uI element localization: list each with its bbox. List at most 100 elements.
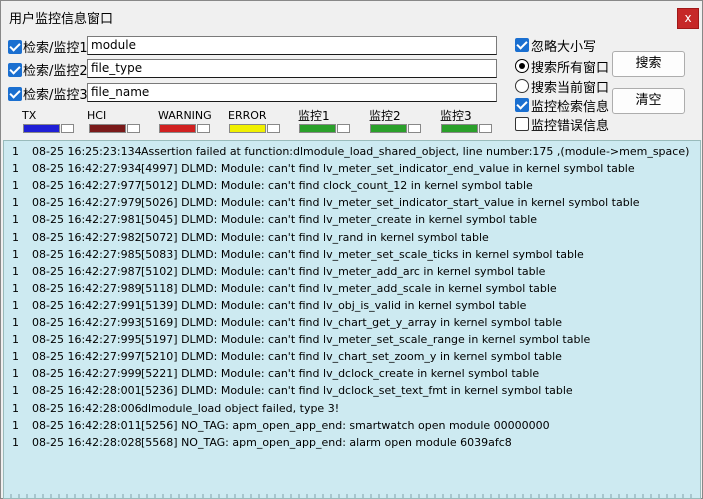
log-level: 1 bbox=[12, 401, 19, 415]
log-row[interactable]: 1 08-25 16:42:27:934 [4997] DLMD: Module: … bbox=[4, 160, 698, 177]
filter-2-input[interactable]: file_type bbox=[87, 59, 497, 78]
log-message: [5012] DLMD: Module: can't find clock_co… bbox=[141, 179, 533, 193]
log-message: [5169] DLMD: Module: can't find lv_chart… bbox=[141, 316, 563, 329]
log-level: 1 bbox=[12, 281, 19, 295]
filter-3-input[interactable]: file_name bbox=[87, 83, 497, 102]
legend-label: TX bbox=[22, 109, 37, 122]
log-level: 1 bbox=[12, 384, 19, 398]
filter-2-label: 检索/监控2 bbox=[23, 64, 88, 79]
log-level: 1 bbox=[12, 418, 19, 432]
legend-swatch bbox=[441, 124, 492, 133]
filter-3-checkbox[interactable] bbox=[8, 87, 22, 101]
log-message: [5236] DLMD: Module: can't find lv_dcloc… bbox=[141, 384, 573, 398]
legend-swatch bbox=[370, 124, 421, 133]
log-level: 1 bbox=[12, 162, 19, 176]
log-row[interactable]: 1 08-25 16:42:27:993 [5169] DLMD: Module: … bbox=[4, 314, 698, 331]
log-message: [5256] NO_TAG: apm_open_app_end: smartwa… bbox=[141, 418, 550, 432]
legend-color bbox=[23, 124, 60, 133]
log-level: 1 bbox=[12, 367, 19, 381]
log-row[interactable]: 1 08-25 16:42:28:011 [5256] NO_TAG: apm_op… bbox=[4, 417, 698, 434]
log-level: 1 bbox=[12, 298, 19, 312]
monitor-search-checkbox[interactable] bbox=[515, 98, 529, 112]
ignore-case-checkbox[interactable] bbox=[515, 38, 529, 52]
log-row[interactable]: 1 08-25 16:42:27:982 [5072] DLMD: Module: … bbox=[4, 229, 698, 246]
log-time: 08-25 16:42:28:011 bbox=[32, 418, 142, 432]
legend-label: 监控3 bbox=[440, 109, 472, 123]
filter-2-checkbox[interactable] bbox=[8, 63, 22, 77]
log-level: 1 bbox=[12, 196, 19, 210]
filter-1-checkbox[interactable] bbox=[8, 40, 22, 54]
log-time: 08-25 16:42:28:028 bbox=[32, 435, 142, 449]
filter-1-input[interactable]: module bbox=[87, 36, 497, 55]
log-row[interactable]: 1 08-25 16:42:28:028 [5568] NO_TAG: apm_op… bbox=[4, 434, 698, 451]
log-row[interactable]: 1 08-25 16:42:27:995 [5197] DLMD: Module: … bbox=[4, 331, 698, 348]
search-all-radio[interactable] bbox=[515, 59, 529, 73]
log-time: 08-25 16:42:27:987 bbox=[32, 264, 142, 278]
legend-swatch bbox=[159, 124, 210, 133]
log-row[interactable]: 1 08-25 16:25:23:134 Assertion failed at f… bbox=[4, 143, 698, 160]
legend-label: HCI bbox=[87, 109, 107, 122]
close-button[interactable]: x bbox=[677, 8, 699, 29]
log-message: dlmodule_load object failed, type 3! bbox=[141, 401, 340, 415]
clear-button[interactable]: 清空 bbox=[612, 88, 685, 114]
log-row[interactable]: 1 08-25 16:42:28:001 [5236] DLMD: Module: … bbox=[4, 382, 698, 399]
log-message: [5045] DLMD: Module: can't find lv_meter… bbox=[141, 213, 538, 227]
legend-label: WARNING bbox=[158, 109, 212, 122]
search-all-label: 搜索所有窗口 bbox=[531, 61, 610, 76]
legend-color bbox=[370, 124, 407, 133]
log-message: [5072] DLMD: Module: can't find lv_rand … bbox=[141, 230, 489, 244]
legend-tail bbox=[267, 124, 280, 133]
log-time: 08-25 16:42:27:982 bbox=[32, 230, 142, 244]
log-row[interactable]: 1 08-25 16:42:27:987 [5102] DLMD: Module: … bbox=[4, 263, 698, 280]
legend-tail bbox=[127, 124, 140, 133]
log-row[interactable]: 1 08-25 16:42:27:991 [5139] DLMD: Module: … bbox=[4, 297, 698, 314]
log-level: 1 bbox=[12, 213, 19, 227]
ignore-case-label: 忽略大小写 bbox=[531, 40, 597, 55]
log-level: 1 bbox=[12, 435, 19, 449]
log-time: 08-25 16:42:27:997 bbox=[32, 350, 142, 364]
log-row[interactable]: 1 08-25 16:42:27:989 [5118] DLMD: Module: … bbox=[4, 280, 698, 297]
log-level: 1 bbox=[12, 316, 19, 329]
log-time: 08-25 16:42:27:991 bbox=[32, 298, 142, 312]
legend-tail bbox=[61, 124, 74, 133]
monitor-window: 用户监控信息窗口 x 检索/监控1 module 检索/监控2 file_typ… bbox=[0, 0, 703, 499]
log-time: 08-25 16:42:27:979 bbox=[32, 196, 142, 210]
log-row[interactable]: 1 08-25 16:42:27:999 [5221] DLMD: Module: … bbox=[4, 365, 698, 382]
legend-color bbox=[441, 124, 478, 133]
monitor-error-label: 监控错误信息 bbox=[531, 119, 610, 134]
log-level: 1 bbox=[12, 247, 19, 261]
log-row[interactable]: 1 08-25 16:42:27:997 [5210] DLMD: Module: … bbox=[4, 348, 698, 365]
search-current-label: 搜索当前窗口 bbox=[531, 81, 610, 96]
log-list[interactable]: 1 08-25 16:25:23:134 Assertion failed at f… bbox=[3, 140, 701, 499]
log-level: 1 bbox=[12, 230, 19, 244]
log-time: 08-25 16:42:27:934 bbox=[32, 162, 142, 176]
legend-label: 监控1 bbox=[298, 109, 330, 123]
legend-label: ERROR bbox=[228, 109, 267, 122]
horizontal-scrollbar[interactable] bbox=[4, 494, 698, 498]
log-message: [4997] DLMD: Module: can't find lv_meter… bbox=[141, 162, 635, 176]
log-level: 1 bbox=[12, 333, 19, 347]
legend-tail bbox=[337, 124, 350, 133]
log-row[interactable]: 1 08-25 16:42:27:977 [5012] DLMD: Module: … bbox=[4, 177, 698, 194]
window-title: 用户监控信息窗口 bbox=[9, 12, 114, 27]
log-time: 08-25 16:42:27:977 bbox=[32, 179, 142, 193]
log-time: 08-25 16:42:27:981 bbox=[32, 213, 142, 227]
search-button[interactable]: 搜索 bbox=[612, 51, 685, 77]
log-row[interactable]: 1 08-25 16:42:28:006 dlmodule_load object … bbox=[4, 400, 698, 417]
legend-color bbox=[229, 124, 266, 133]
log-level: 1 bbox=[12, 179, 19, 193]
monitor-error-checkbox[interactable] bbox=[515, 117, 529, 131]
log-row[interactable]: 1 08-25 16:42:27:981 [5045] DLMD: Module: … bbox=[4, 211, 698, 228]
log-message: [5210] DLMD: Module: can't find lv_chart… bbox=[141, 350, 562, 364]
search-current-radio[interactable] bbox=[515, 79, 529, 93]
filter-1-label: 检索/监控1 bbox=[23, 41, 88, 56]
log-time: 08-25 16:42:27:985 bbox=[32, 247, 142, 261]
log-message: [5102] DLMD: Module: can't find lv_meter… bbox=[141, 264, 546, 278]
legend-tail bbox=[197, 124, 210, 133]
log-row[interactable]: 1 08-25 16:42:27:985 [5083] DLMD: Module: … bbox=[4, 246, 698, 263]
log-row[interactable]: 1 08-25 16:42:27:979 [5026] DLMD: Module: … bbox=[4, 194, 698, 211]
log-level: 1 bbox=[12, 264, 19, 278]
log-time: 08-25 16:42:27:995 bbox=[32, 333, 142, 347]
legend-label: 监控2 bbox=[369, 109, 401, 123]
legend-swatch bbox=[23, 124, 74, 133]
